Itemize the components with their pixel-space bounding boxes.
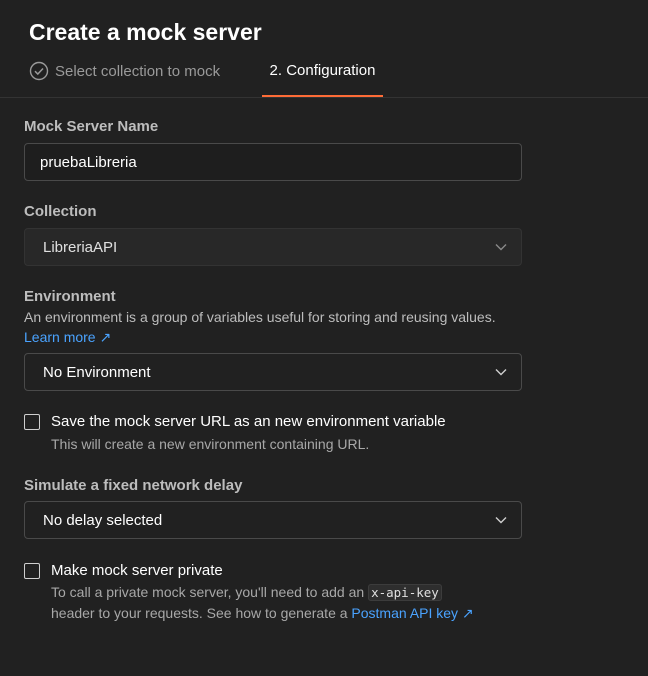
page-title: Create a mock server	[29, 19, 262, 45]
mock-name-input[interactable]	[40, 153, 500, 171]
save-url-checkbox[interactable]	[24, 414, 40, 430]
step-select-collection[interactable]: Select collection to mock	[29, 61, 220, 81]
collection-select[interactable]: LibreriaAPI	[24, 228, 522, 266]
chevron-down-icon	[495, 517, 507, 524]
mock-name-field[interactable]	[24, 143, 522, 181]
delay-value: No delay selected	[43, 511, 163, 529]
stepper: Select collection to mock 2. Configurati…	[0, 56, 648, 98]
learn-more-link[interactable]: Learn more ↗	[24, 329, 111, 346]
postman-api-key-link[interactable]: Postman API key ↗	[351, 605, 473, 621]
collection-value: LibreriaAPI	[43, 238, 118, 256]
collection-label: Collection	[24, 203, 97, 220]
mock-name-label: Mock Server Name	[24, 118, 159, 135]
delay-label: Simulate a fixed network delay	[24, 477, 243, 494]
private-help-text-1: To call a private mock server, you'll ne…	[51, 584, 365, 600]
environment-value: No Environment	[43, 363, 151, 381]
save-url-label[interactable]: Save the mock server URL as an new envir…	[51, 413, 446, 430]
private-help-text-2: header to your requests. See how to gene…	[51, 605, 348, 621]
check-circle-icon	[29, 61, 49, 81]
save-url-help: This will create a new environment conta…	[51, 436, 370, 452]
private-checkbox-row	[24, 562, 40, 579]
chevron-down-icon	[495, 369, 507, 376]
environment-label: Environment	[24, 288, 116, 305]
chevron-down-icon	[495, 244, 507, 251]
delay-select[interactable]: No delay selected	[24, 501, 522, 539]
private-label[interactable]: Make mock server private	[51, 562, 223, 579]
environment-help: An environment is a group of variables u…	[24, 309, 496, 325]
save-url-checkbox-row	[24, 413, 40, 430]
private-checkbox[interactable]	[24, 563, 40, 579]
step-configuration[interactable]: 2. Configuration	[262, 56, 383, 97]
step-configuration-label: 2. Configuration	[269, 62, 376, 79]
api-key-header-code: x-api-key	[368, 584, 442, 601]
private-help: To call a private mock server, you'll ne…	[51, 582, 521, 624]
environment-select[interactable]: No Environment	[24, 353, 522, 391]
step-select-collection-label: Select collection to mock	[55, 62, 221, 80]
